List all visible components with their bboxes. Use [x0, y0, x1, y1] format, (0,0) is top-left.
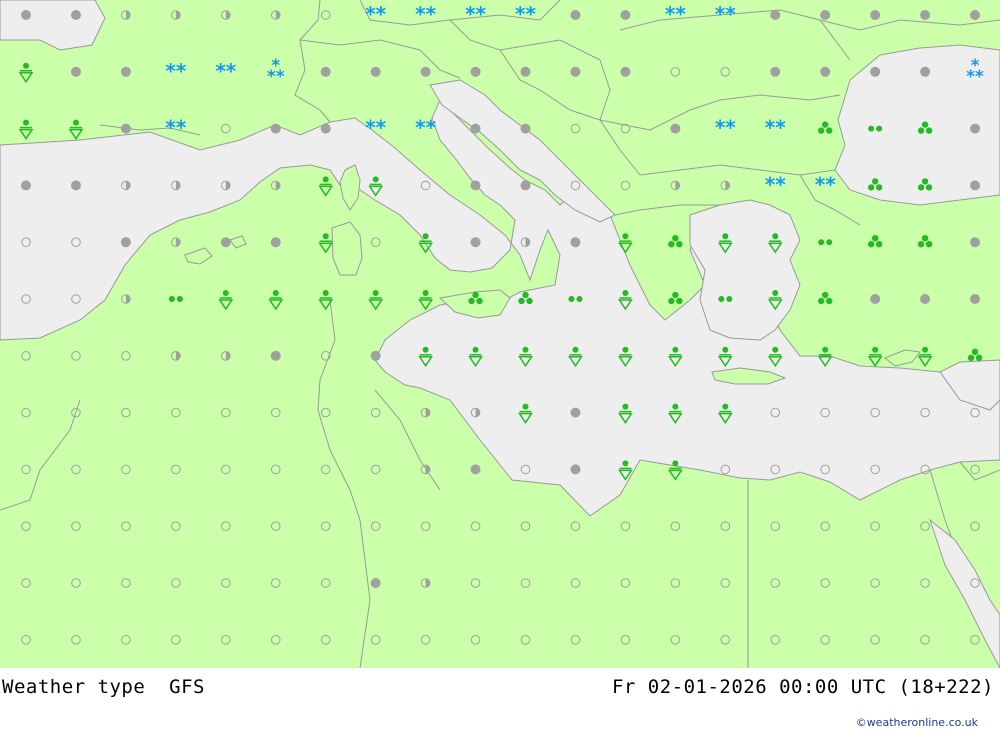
svg-text:*: *	[971, 56, 980, 76]
cloudy-icon	[470, 123, 481, 134]
cloudy-icon	[21, 10, 31, 20]
cloudy-icon	[370, 578, 381, 588]
svg-text:**: **	[765, 172, 786, 196]
cloudy-icon	[870, 66, 881, 77]
cloudy-icon	[70, 180, 81, 191]
cloudy-icon	[70, 10, 81, 20]
cloudy-icon	[120, 237, 131, 248]
svg-text:**: **	[165, 59, 186, 83]
snow-icon: **	[215, 59, 236, 83]
cloudy-icon	[470, 66, 481, 77]
cloudy-icon	[770, 10, 781, 20]
cloudy-icon	[520, 123, 531, 134]
snow-icon: **	[415, 116, 436, 140]
cloudy-icon	[570, 66, 581, 77]
cloudy-icon	[520, 180, 531, 191]
snow-icon: **	[365, 2, 386, 26]
cloudy-icon	[620, 66, 631, 77]
credit-link[interactable]: ©weatheronline.co.uk	[856, 716, 978, 729]
cloudy-icon	[220, 237, 231, 248]
svg-text:**: **	[815, 172, 836, 196]
cloudy-icon	[570, 464, 581, 475]
cloudy-icon	[470, 464, 481, 475]
cloudy-icon	[270, 237, 281, 248]
cloudy-icon	[570, 407, 581, 418]
cloudy-icon	[570, 237, 581, 248]
cloudy-icon	[21, 180, 31, 191]
model-name: GFS	[169, 676, 205, 698]
cloudy-icon	[270, 350, 281, 361]
sea-aegean	[689, 199, 801, 341]
snow-icon: **	[365, 116, 386, 140]
svg-text:*: *	[271, 56, 280, 76]
cloudy-icon	[370, 350, 381, 361]
snow-icon: **	[815, 172, 836, 196]
cloudy-icon	[970, 10, 981, 20]
cloudy-icon	[570, 10, 581, 20]
map-title: Weather type GFS	[2, 676, 205, 698]
cloudy-icon	[970, 294, 981, 304]
snow-icon: **	[715, 2, 736, 26]
cloudy-icon	[820, 66, 831, 77]
svg-text:**: **	[165, 116, 186, 140]
cloudy-icon	[620, 10, 631, 20]
svg-text:**: **	[215, 59, 236, 83]
svg-text:**: **	[465, 2, 486, 26]
cloudy-icon	[270, 123, 281, 134]
snow-icon: **	[465, 2, 486, 26]
cloudy-icon	[520, 66, 531, 77]
cloudy-icon	[670, 123, 681, 134]
cloudy-icon	[120, 123, 131, 134]
cloudy-icon	[470, 237, 481, 248]
svg-text:**: **	[415, 116, 436, 140]
snow-icon: **	[765, 116, 786, 140]
cloudy-icon	[70, 66, 81, 77]
snow-icon: **	[765, 172, 786, 196]
cloudy-icon	[870, 10, 881, 20]
svg-text:**: **	[365, 2, 386, 26]
cloudy-icon	[970, 180, 981, 191]
svg-text:**: **	[515, 2, 536, 26]
snow-icon: **	[715, 116, 736, 140]
weather-map: ** ** ** ** ** **** ** ******** ** ** ** **** **	[0, 0, 1000, 668]
snow-icon: **	[665, 2, 686, 26]
snow-icon: **	[165, 116, 186, 140]
svg-text:**: **	[765, 116, 786, 140]
valid-time: Fr 02-01-2026 00:00 UTC (18+222)	[611, 676, 994, 698]
cloudy-icon	[470, 180, 481, 191]
svg-text:**: **	[365, 116, 386, 140]
snow-icon: **	[165, 59, 186, 83]
cloudy-icon	[420, 66, 431, 77]
cloudy-icon	[870, 294, 881, 304]
svg-text:**: **	[415, 2, 436, 26]
cloudy-icon	[820, 10, 831, 20]
svg-text:**: **	[665, 2, 686, 26]
cloudy-icon	[970, 123, 981, 134]
cloudy-icon	[120, 66, 131, 77]
snow-icon: **	[515, 2, 536, 26]
cloudy-icon	[320, 123, 331, 134]
map-title-text: Weather type	[2, 676, 146, 698]
cloudy-icon	[370, 66, 381, 77]
cloudy-icon	[770, 66, 781, 77]
cloudy-icon	[920, 10, 931, 20]
svg-text:**: **	[715, 2, 736, 26]
svg-text:**: **	[715, 116, 736, 140]
cloudy-icon	[920, 294, 931, 304]
cloudy-icon	[320, 66, 331, 77]
snow-icon: **	[415, 2, 436, 26]
cloudy-icon	[920, 66, 931, 77]
cloudy-icon	[970, 237, 981, 248]
